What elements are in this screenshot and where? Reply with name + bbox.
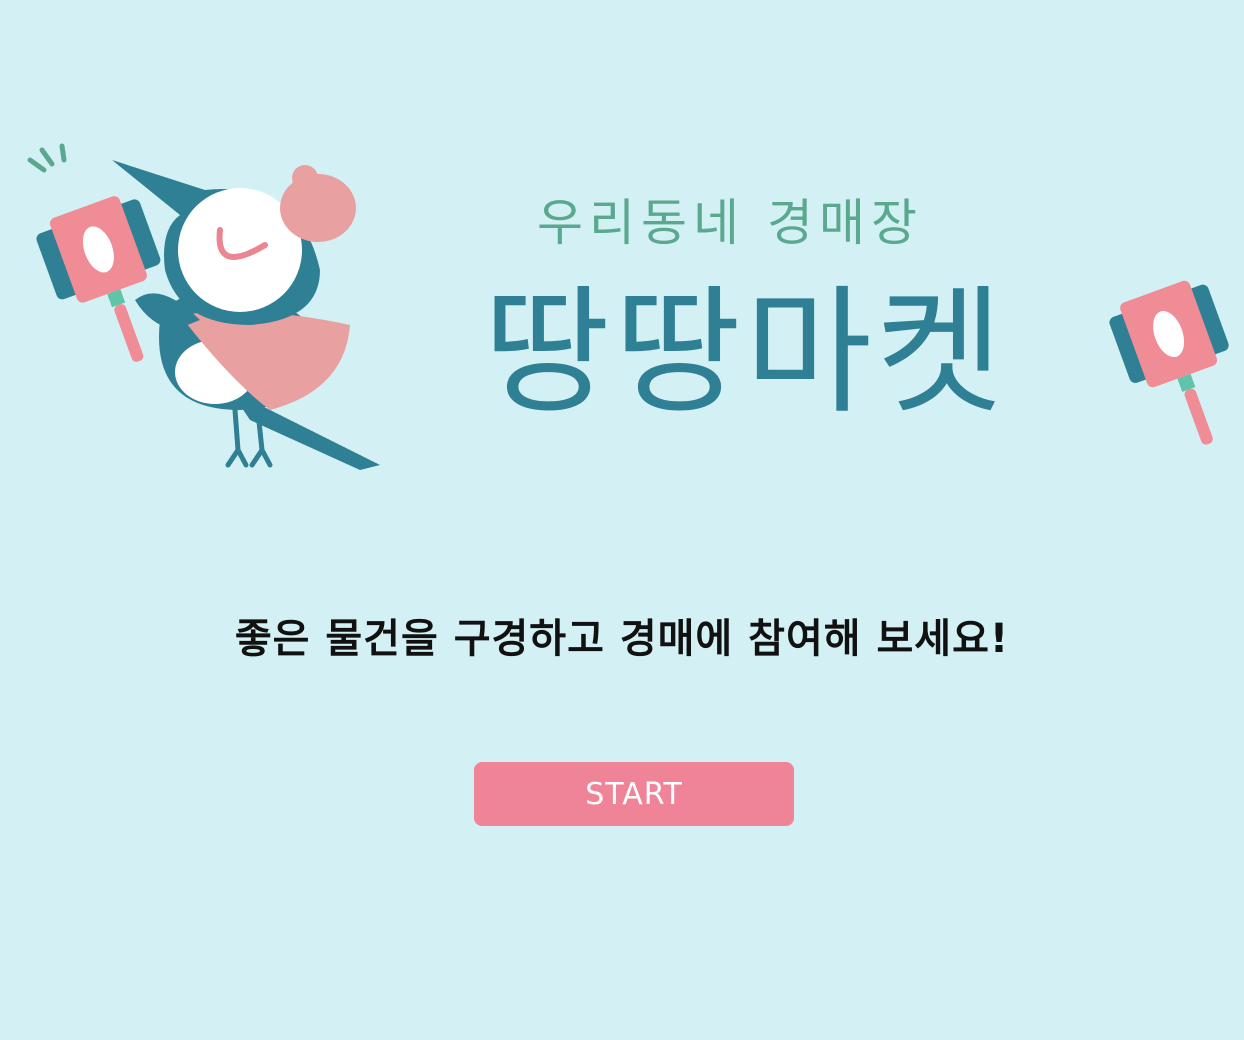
landing-page: 우리동네 경매장 땅땅마켓 좋은 물건을 구경하고 경매에 참여해 보세요! S… (0, 0, 1244, 1040)
tagline: 좋은 물건을 구경하고 경매에 참여해 보세요! (234, 616, 1010, 662)
logo-title: 땅땅마켓 (483, 272, 1007, 433)
magpie-mascot-icon (27, 143, 380, 470)
brand-logo: 우리동네 경매장 땅땅마켓 (0, 120, 1244, 500)
start-button[interactable]: START (474, 762, 794, 826)
logo-subtitle: 우리동네 경매장 (537, 194, 923, 252)
auction-gavel-icon (1109, 280, 1229, 445)
